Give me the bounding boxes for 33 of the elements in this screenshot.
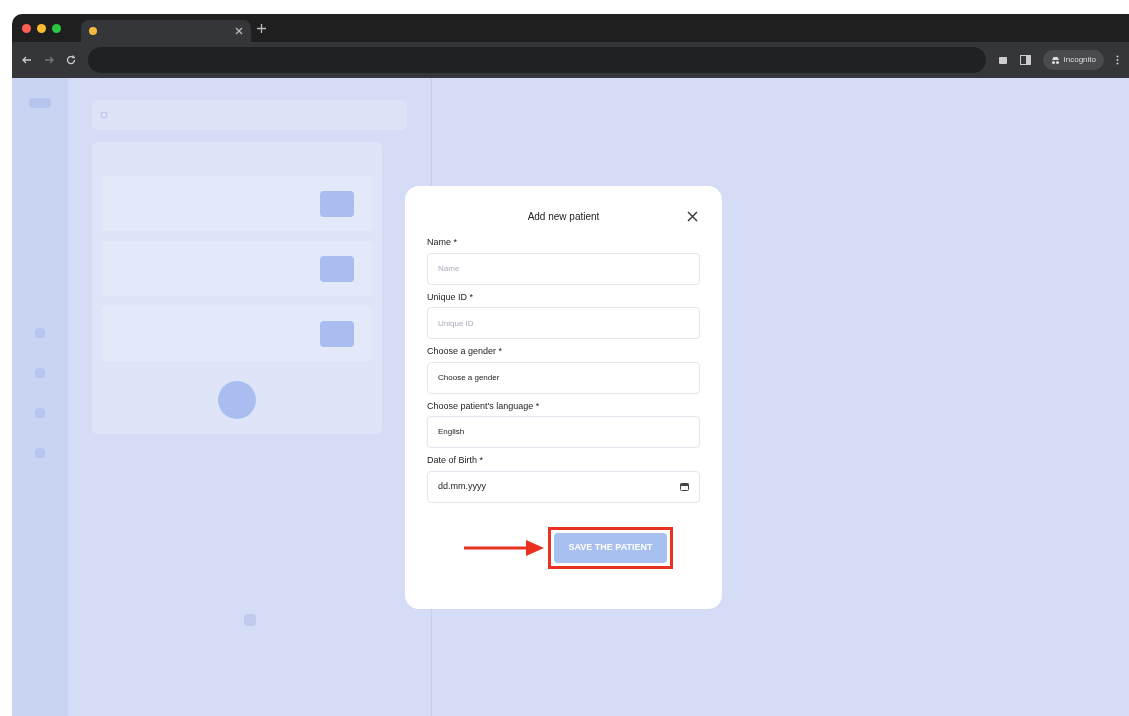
maximize-window-icon[interactable] [52, 23, 61, 33]
back-arrow-icon[interactable] [22, 55, 32, 65]
action-button[interactable] [320, 320, 354, 347]
field-label: Name * [427, 236, 458, 249]
calendar-icon[interactable] [680, 482, 689, 491]
incognito-label: Incognito [1063, 54, 1096, 66]
field-label: Choose a gender * [427, 345, 504, 358]
extension-icon[interactable] [997, 55, 1008, 65]
action-button[interactable] [320, 190, 354, 217]
favicon-icon [89, 27, 97, 35]
field-label: Date of Birth * [427, 454, 485, 467]
field-label: Unique ID * [427, 290, 475, 304]
field-label: Choose patient's language * [427, 399, 541, 413]
forward-arrow-icon[interactable] [44, 55, 54, 65]
minimize-window-icon[interactable] [37, 23, 46, 33]
reload-icon[interactable] [66, 55, 76, 65]
sidebar-icon[interactable] [1019, 55, 1031, 65]
more-icon[interactable] [1116, 55, 1119, 65]
search-icon [100, 110, 109, 120]
close-icon[interactable] [687, 210, 698, 222]
close-window-icon[interactable] [22, 23, 31, 33]
close-icon[interactable] [235, 27, 243, 35]
incognito-icon [1050, 55, 1060, 65]
dropdown-field[interactable]: English [427, 416, 700, 448]
dropdown-field[interactable]: Choose a gender [427, 361, 700, 394]
text-field[interactable]: Name [427, 252, 700, 285]
new-tab-icon[interactable] [257, 23, 266, 33]
action-button[interactable] [320, 255, 354, 282]
incognito-badge[interactable]: Incognito [1042, 50, 1104, 70]
text-field[interactable]: Unique ID [427, 307, 700, 339]
add-button[interactable] [218, 381, 256, 419]
date-field[interactable]: dd.mm.yyyy [427, 470, 700, 503]
dialog-title: Add new patient [527, 209, 600, 224]
